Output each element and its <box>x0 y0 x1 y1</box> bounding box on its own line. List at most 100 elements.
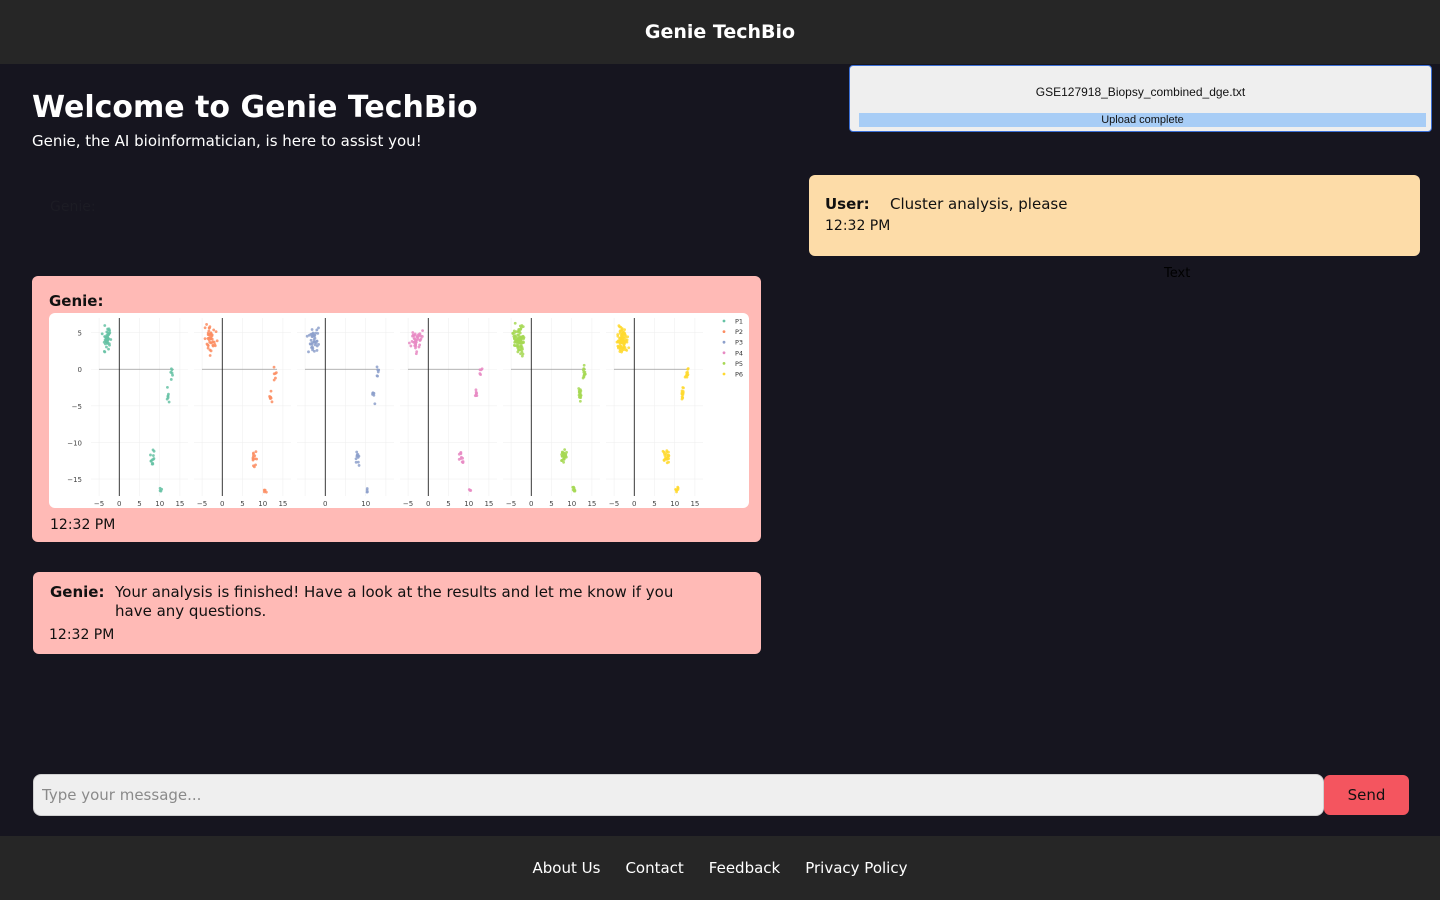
scatter-point <box>354 460 358 464</box>
scatter-point <box>208 325 212 329</box>
scatter-point <box>167 400 171 404</box>
scatter-point <box>622 344 626 348</box>
genie-text-message: Genie: Your analysis is finished! Have a… <box>33 572 761 654</box>
x-tick-label: 10 <box>567 500 576 508</box>
scatter-point <box>663 454 667 457</box>
top-bar: Genie TechBio <box>0 0 1440 64</box>
footer-link-privacy[interactable]: Privacy Policy <box>805 859 907 877</box>
scatter-point <box>513 338 517 341</box>
y-tick-label: −5 <box>72 403 82 411</box>
x-tick-label: 10 <box>258 500 267 508</box>
scatter-point <box>619 345 623 349</box>
scatter-point <box>208 354 212 357</box>
scatter-point <box>513 334 517 337</box>
scatter-point <box>681 386 685 389</box>
scatter-point <box>620 350 623 354</box>
scatter-point <box>103 324 107 327</box>
scatter-point <box>473 394 477 398</box>
legend-label: P2 <box>735 328 743 336</box>
legend-label: P6 <box>735 371 743 379</box>
cluster-plot-image[interactable]: 5 0 −5 −10 −15 −5 0 5 10 15 −5 0 5 10 15 0 10 −5 0 5 10 15 −5 0… <box>49 313 749 508</box>
scatter-point <box>209 332 213 336</box>
scatter-point <box>264 490 268 494</box>
x-tick-label: 0 <box>220 500 224 508</box>
scatter-point <box>563 448 567 452</box>
scatter-point <box>520 348 523 352</box>
scatter-point <box>572 485 576 489</box>
scatter-point <box>105 345 108 349</box>
scatter-point <box>356 455 360 459</box>
x-tick-label: −5 <box>609 500 619 508</box>
x-tick-label: 0 <box>323 500 327 508</box>
scatter-point <box>625 348 629 352</box>
scatter-point <box>522 341 525 345</box>
x-tick-label: 5 <box>240 500 244 508</box>
scatter-point <box>152 454 155 457</box>
scatter-point <box>680 389 684 393</box>
scatter-point <box>365 487 369 490</box>
x-tick-label: −5 <box>94 500 104 508</box>
legend-label: P5 <box>735 360 743 368</box>
scatter-point <box>418 338 422 342</box>
y-tick-label: −15 <box>67 476 82 484</box>
user-message: User: Cluster analysis, please 12:32 PM <box>809 175 1420 256</box>
scatter-point <box>206 343 210 347</box>
legend-label: P3 <box>735 339 743 347</box>
scatter-point <box>311 348 314 352</box>
message-input-box[interactable] <box>33 774 1324 816</box>
message-sender: User: <box>825 195 870 213</box>
footer: About Us Contact Feedback Privacy Policy <box>0 836 1440 900</box>
hidden-genie-label: Genie: <box>50 199 96 215</box>
scatter-point <box>415 335 419 339</box>
x-tick-label: 10 <box>670 500 679 508</box>
scatter-point <box>616 334 620 338</box>
scatter-point <box>310 328 314 331</box>
scatter-point <box>107 347 110 351</box>
message-text: Cluster analysis, please <box>890 195 1068 213</box>
scatter-point <box>373 402 377 406</box>
scatter-point <box>667 460 670 464</box>
footer-link-feedback[interactable]: Feedback <box>709 859 780 877</box>
scatter-point <box>515 344 519 348</box>
scatter-point <box>577 391 581 394</box>
scatter-point <box>107 327 111 331</box>
file-upload-card[interactable]: GSE127918_Biopsy_combined_dge.txt Upload… <box>849 65 1432 132</box>
scatter-point <box>106 339 109 343</box>
y-tick-label: 0 <box>78 366 82 374</box>
scatter-point <box>215 339 219 343</box>
scatter-point <box>102 340 106 344</box>
scatter-point <box>414 352 418 356</box>
scatter-point <box>685 371 689 374</box>
scatter-point <box>410 340 414 343</box>
message-sender: Genie: <box>49 292 104 310</box>
message-sender: Genie: <box>50 583 105 601</box>
scatter-point <box>618 332 622 335</box>
scatter-point <box>272 365 276 369</box>
legend-label: P1 <box>735 318 743 326</box>
scatter-point <box>521 325 525 328</box>
scatter-point <box>421 329 424 333</box>
scatter-point <box>107 332 111 335</box>
x-tick-label: 5 <box>549 500 553 508</box>
upload-status: Upload complete <box>1101 114 1184 126</box>
scatter-point <box>578 399 582 403</box>
x-tick-label: −5 <box>403 500 413 508</box>
scatter-point <box>212 328 216 332</box>
scatter-point <box>210 341 214 344</box>
scatter-point <box>514 330 518 334</box>
welcome-subtitle: Genie, the AI bioinformatician, is here … <box>32 132 422 150</box>
message-input[interactable] <box>34 775 1323 815</box>
scatter-point <box>316 331 320 335</box>
cluster-scatter-chart: 5 0 −5 −10 −15 −5 0 5 10 15 −5 0 5 10 15 0 10 −5 0 5 10 15 −5 0… <box>67 318 743 509</box>
scatter-point <box>315 328 319 332</box>
scatter-point <box>517 340 521 344</box>
scatter-point <box>582 367 586 371</box>
scatter-point <box>686 367 690 370</box>
footer-link-contact[interactable]: Contact <box>625 859 683 877</box>
footer-link-about[interactable]: About Us <box>533 859 601 877</box>
scatter-point <box>513 321 517 325</box>
scatter-point <box>518 331 522 335</box>
scatter-point <box>623 328 626 332</box>
send-button[interactable]: Send <box>1324 775 1409 815</box>
app-title: Genie TechBio <box>644 21 796 43</box>
